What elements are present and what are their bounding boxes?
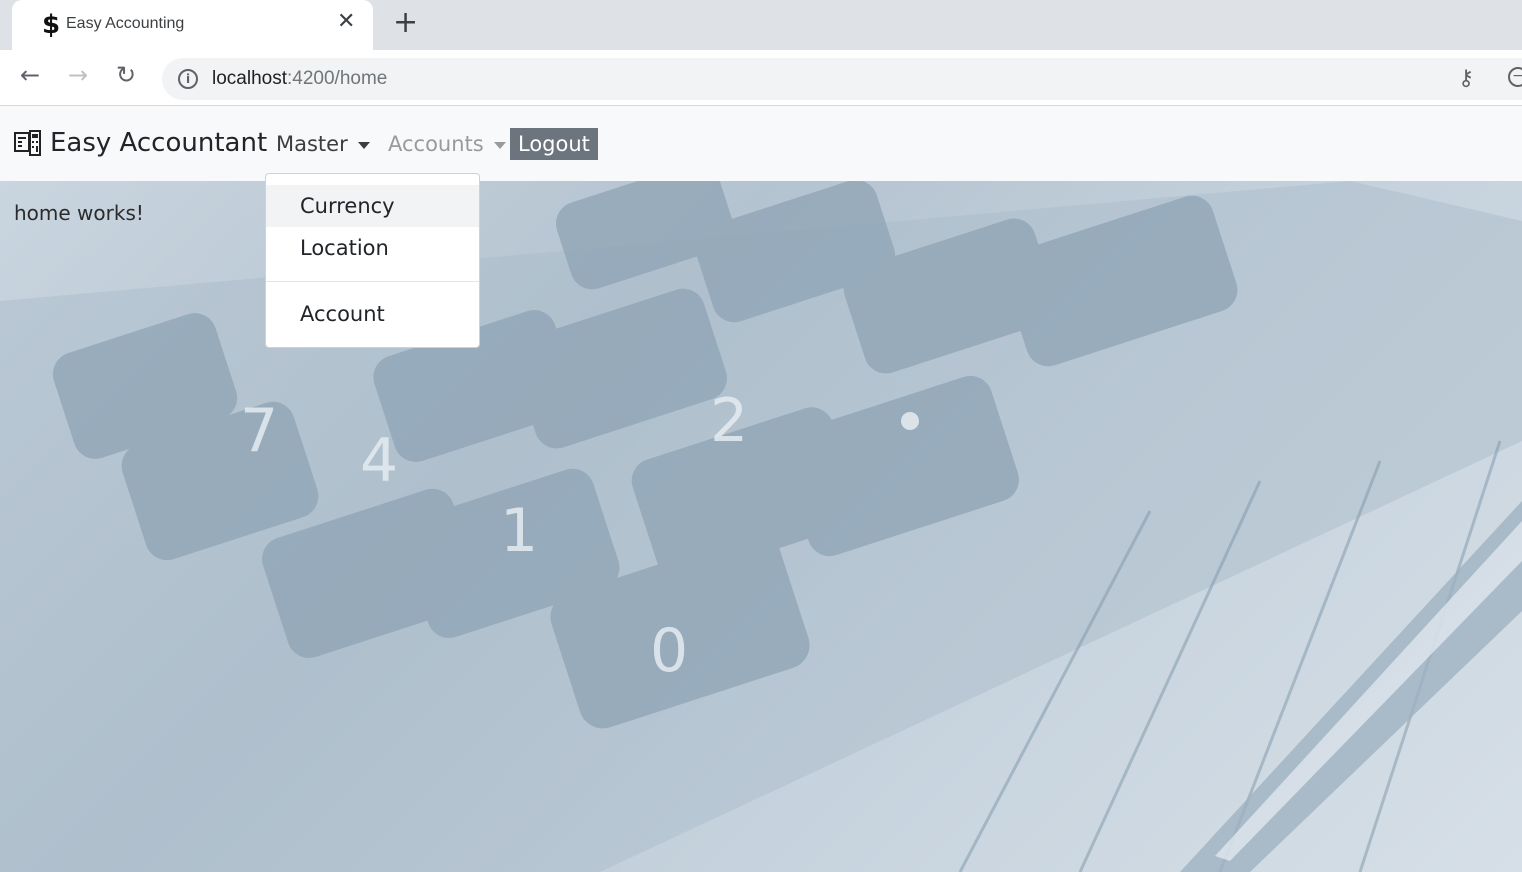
close-icon[interactable]: ✕ [337,11,355,33]
nav-master-dropdown[interactable]: Master [276,132,370,156]
dropdown-item-account[interactable]: Account [266,293,479,335]
forward-arrow-icon[interactable]: → [68,63,88,87]
tab-title: Easy Accounting [66,15,185,32]
caret-down-icon [357,141,370,149]
nav-accounts-dropdown[interactable]: Accounts [388,132,506,156]
dropdown-divider [266,281,479,282]
dropdown-item-location[interactable]: Location [266,227,479,269]
reload-icon[interactable]: ↻ [116,63,136,87]
info-icon[interactable]: i [178,69,198,89]
url-host: localhost [212,68,287,89]
dollar-icon: $ [42,10,61,40]
logout-button[interactable]: Logout [510,128,598,160]
accounting-icon [14,130,41,156]
nav-master-label: Master [276,132,348,156]
svg-text:0: 0 [650,616,688,686]
svg-text:4: 4 [360,426,398,496]
brand-name: Easy Accountant [50,128,268,158]
back-arrow-icon[interactable]: ← [20,63,40,87]
master-dropdown-menu: Currency Location Account [265,173,480,348]
url-path: :4200/home [287,68,388,89]
calculator-background-image: 0 1 4 2 7 [0,181,1522,872]
browser-toolbar: ← → ↻ i localhost:4200/home ⚷ − [0,50,1522,106]
svg-text:2: 2 [710,386,748,456]
svg-text:7: 7 [240,396,278,466]
svg-text:1: 1 [500,496,538,566]
home-text: home works! [14,201,144,225]
main-content: 0 1 4 2 7 home works! [0,181,1522,872]
zoom-icon[interactable]: − [1508,67,1522,87]
address-bar[interactable]: i localhost:4200/home ⚷ − [162,58,1522,100]
key-icon[interactable]: ⚷ [1458,66,1474,91]
browser-tabstrip: $ Easy Accounting ✕ + [0,0,1522,50]
caret-down-icon [493,141,506,149]
nav-accounts-label: Accounts [388,132,484,156]
app-navbar: Easy Accountant Master Accounts Logout [0,106,1522,181]
new-tab-icon[interactable]: + [393,8,418,38]
brand[interactable]: Easy Accountant [14,128,267,158]
url-text[interactable]: localhost:4200/home [212,68,387,90]
dropdown-item-currency[interactable]: Currency [266,185,479,227]
browser-tab[interactable]: $ Easy Accounting ✕ [12,0,373,50]
web-page: Easy Accountant Master Accounts Logout 0… [0,106,1522,872]
